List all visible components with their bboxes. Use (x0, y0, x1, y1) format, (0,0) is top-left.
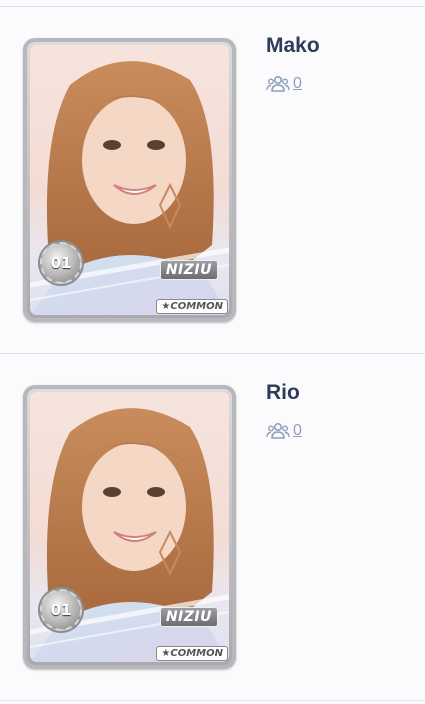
member-count: 0 (293, 422, 302, 439)
list-item: 01 NIZIU ★COMMON Rio 0 (0, 354, 425, 700)
member-count-link[interactable]: 0 (266, 422, 302, 440)
member-count: 0 (293, 75, 302, 92)
member-name[interactable]: Rio (266, 381, 300, 405)
card-number: 01 (50, 254, 72, 272)
member-count-link[interactable]: 0 (266, 75, 302, 93)
users-icon (266, 422, 290, 440)
card-brand-label: NIZIU (159, 607, 218, 627)
card-number: 01 (50, 601, 72, 619)
card-number-badge: 01 (40, 242, 82, 284)
member-card-image[interactable]: 01 NIZIU ★COMMON (23, 38, 236, 322)
list-item: 01 NIZIU ★COMMON Mako 0 (0, 7, 425, 353)
member-name[interactable]: Mako (266, 34, 320, 58)
member-card-list: 01 NIZIU ★COMMON Mako 0 01 NIZIU ★COMMON… (0, 0, 425, 704)
divider (0, 700, 425, 701)
card-rarity-label: ★COMMON (156, 646, 228, 661)
card-number-badge: 01 (40, 589, 82, 631)
card-brand-label: NIZIU (159, 260, 218, 280)
member-card-image[interactable]: 01 NIZIU ★COMMON (23, 385, 236, 669)
card-rarity-label: ★COMMON (156, 299, 228, 314)
users-icon (266, 75, 290, 93)
